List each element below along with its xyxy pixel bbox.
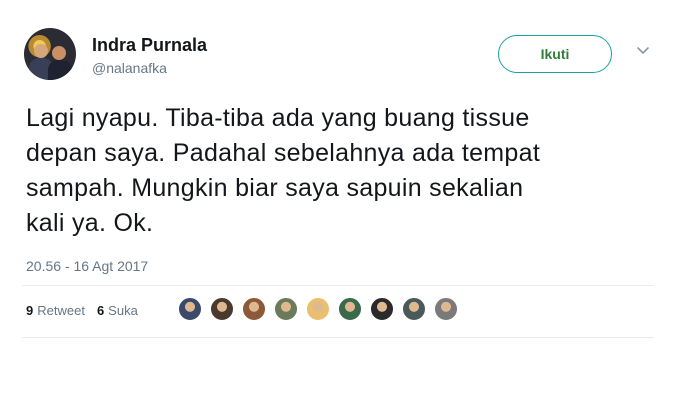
- liker-avatar-icon[interactable]: [274, 297, 298, 321]
- avatar-face-right: [52, 46, 66, 60]
- liker-avatar-icon[interactable]: [306, 297, 330, 321]
- liker-avatar-icon[interactable]: [210, 297, 234, 321]
- tweet-text-line: depan saya. Padahal sebelahnya ada tempa…: [26, 139, 541, 167]
- like-label[interactable]: Suka: [108, 303, 138, 318]
- user-handle[interactable]: @nalanafka: [92, 60, 167, 76]
- follow-button[interactable]: Ikuti: [498, 35, 612, 73]
- liker-avatar-icon[interactable]: [402, 297, 426, 321]
- tweet-card: Indra Purnala @nalanafka Ikuti Lagi nyap…: [0, 0, 676, 404]
- liker-avatar-icon[interactable]: [434, 297, 458, 321]
- like-count[interactable]: 6: [97, 303, 104, 318]
- chevron-down-icon[interactable]: [632, 42, 654, 64]
- retweet-label[interactable]: Retweet: [37, 303, 85, 318]
- liker-avatar-icon[interactable]: [370, 297, 394, 321]
- liker-avatars: [178, 297, 466, 321]
- chevron-down-icon-svg: [637, 47, 649, 55]
- liker-avatar-icon[interactable]: [242, 297, 266, 321]
- retweet-count[interactable]: 9: [26, 303, 33, 318]
- liker-avatar-icon[interactable]: [178, 297, 202, 321]
- tweet-text-line: Lagi nyapu. Tiba-tiba ada yang buang tis…: [26, 104, 530, 132]
- divider: [22, 337, 654, 338]
- user-avatar[interactable]: [24, 28, 76, 80]
- tweet-stats: 9 Retweet 6 Suka: [26, 303, 150, 318]
- tweet-text: Lagi nyapu. Tiba-tiba ada yang buang tis…: [26, 101, 656, 241]
- user-name[interactable]: Indra Purnala: [92, 35, 207, 56]
- tweet-timestamp[interactable]: 20.56 - 16 Agt 2017: [26, 258, 148, 274]
- liker-avatar-icon[interactable]: [338, 297, 362, 321]
- avatar-face-left: [34, 44, 48, 58]
- tweet-text-line: sampah. Mungkin biar saya sapuin sekalia…: [26, 174, 524, 202]
- avatar-figure-right: [48, 60, 72, 80]
- divider: [22, 285, 654, 286]
- tweet-text-line: kali ya. Ok.: [26, 209, 154, 237]
